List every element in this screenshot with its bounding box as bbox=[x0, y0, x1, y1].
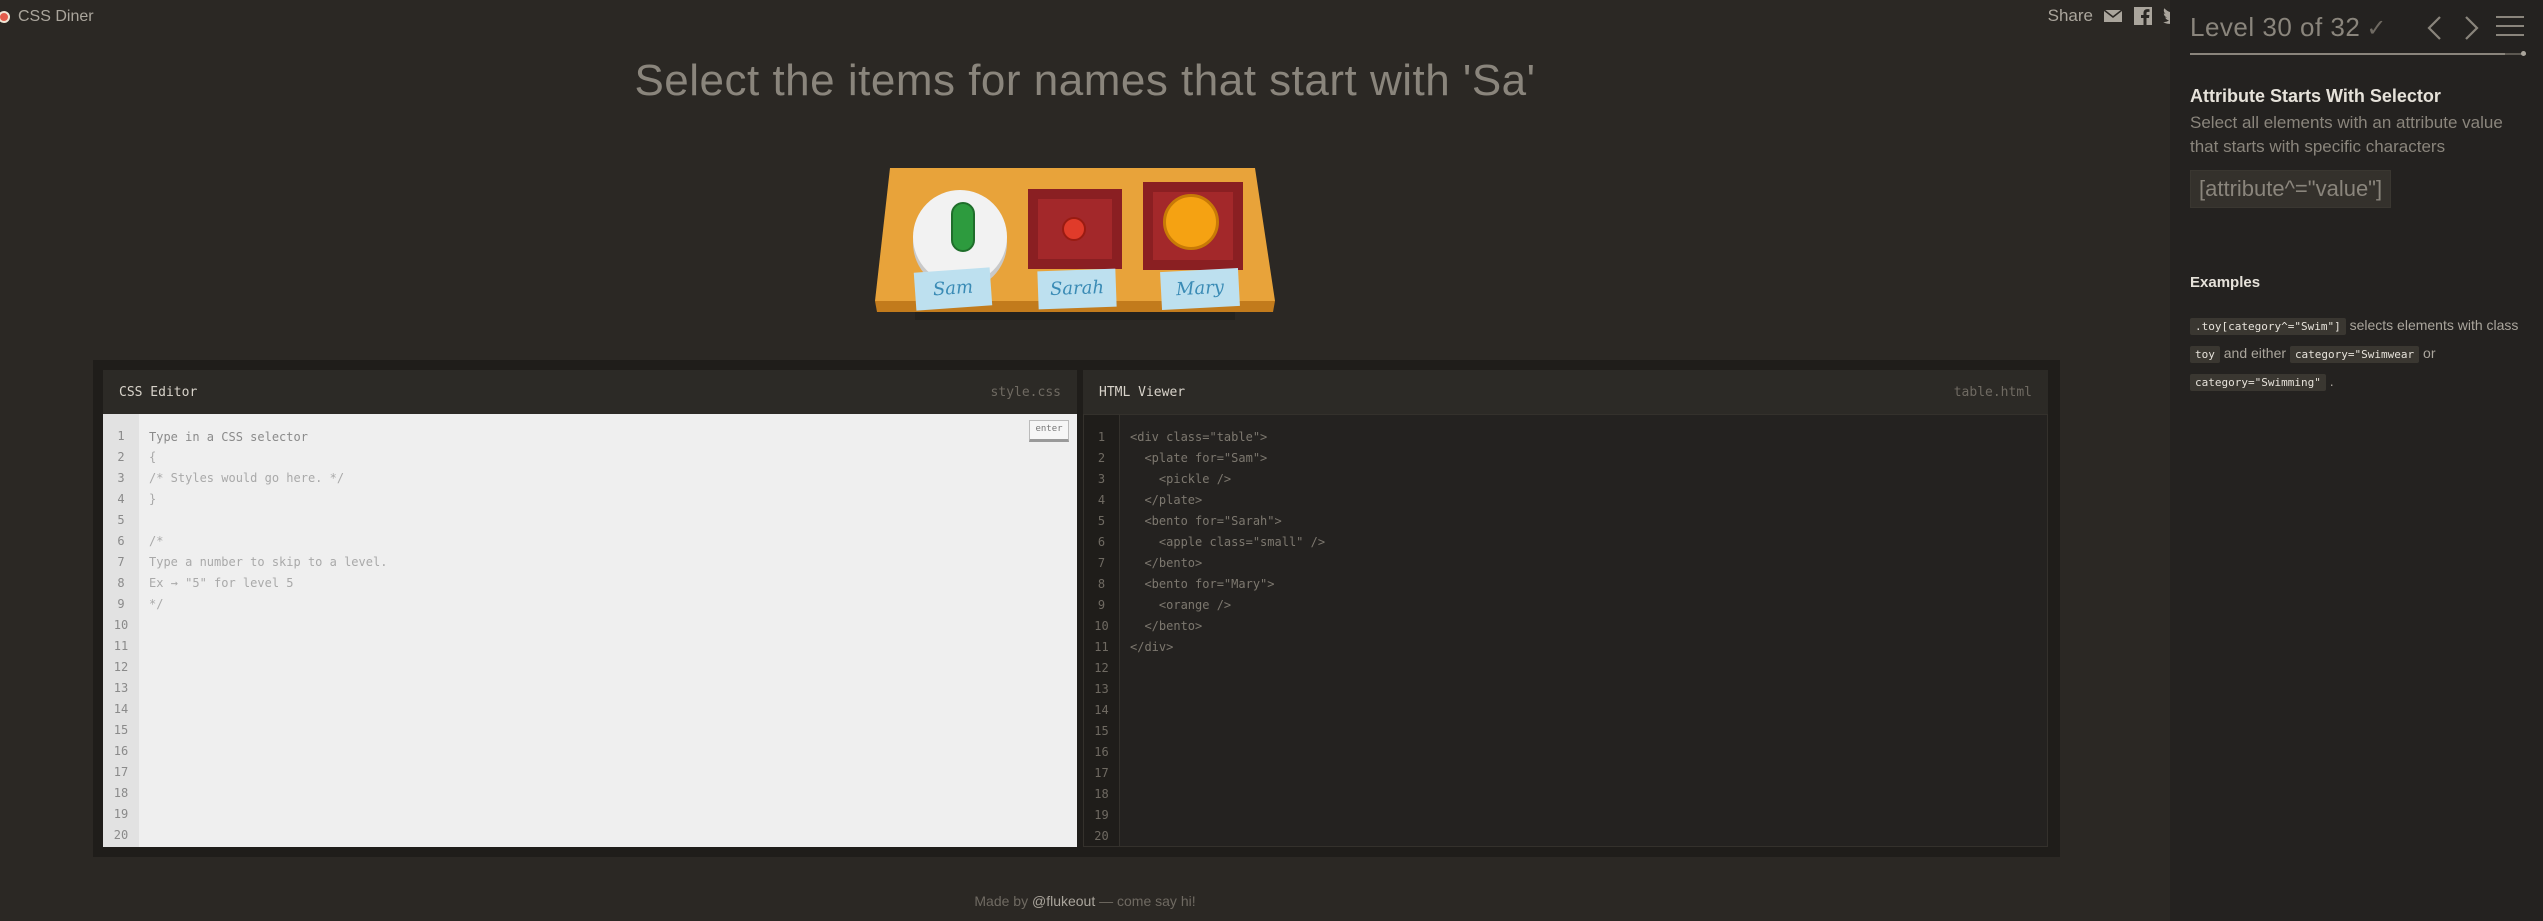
level-title: Level 30 of 32 bbox=[2190, 12, 2361, 42]
selector-description: Select all elements with an attribute va… bbox=[2190, 113, 2503, 156]
level-progress-bar bbox=[2190, 51, 2526, 56]
share-bar: Share bbox=[2048, 2, 2183, 30]
example-text: . bbox=[2329, 373, 2334, 389]
html-viewer-body: 1 2 3 4 5 6 7 8 9 10 11 12 13 14 15 16 1… bbox=[1083, 414, 2048, 847]
dining-table: Sam Sarah Mary bbox=[875, 166, 1275, 336]
css-code: { /* Styles would go here. */ } /* Type … bbox=[149, 450, 388, 611]
css-editor-title: CSS Editor bbox=[119, 384, 198, 400]
bento[interactable] bbox=[1028, 189, 1122, 269]
bento[interactable] bbox=[1143, 182, 1243, 270]
example-code: category="Swimming" bbox=[2190, 374, 2326, 391]
example-text: or bbox=[2423, 345, 2436, 361]
orange[interactable] bbox=[1163, 194, 1219, 250]
css-filename: style.css bbox=[990, 384, 1061, 400]
pickle[interactable] bbox=[951, 202, 975, 252]
css-editor-body: 1 2 3 4 5 6 7 8 9 10 11 12 13 14 15 16 1… bbox=[103, 414, 1077, 847]
selector-syntax: [attribute^="value"] bbox=[2190, 170, 2392, 208]
menu-icon[interactable] bbox=[2496, 16, 2524, 38]
html-filename: table.html bbox=[1953, 384, 2032, 400]
css-editor: CSS Editor style.css 1 2 3 4 5 6 7 8 9 1… bbox=[103, 370, 1077, 847]
apple[interactable] bbox=[1062, 217, 1086, 241]
name-tag: Mary bbox=[1160, 267, 1240, 311]
example: .toy[category^="Swim"] selects elements … bbox=[2190, 312, 2530, 396]
css-editor-header: CSS Editor style.css bbox=[103, 370, 1077, 414]
footer: Made by @flukeout — come say hi! bbox=[0, 893, 2170, 909]
author-link[interactable]: @flukeout bbox=[1032, 893, 1095, 909]
line-numbers: 1 2 3 4 5 6 7 8 9 10 11 12 13 14 15 16 1… bbox=[1084, 415, 1120, 846]
previous-level-icon[interactable] bbox=[2423, 14, 2447, 42]
editor-panel: CSS Editor style.css 1 2 3 4 5 6 7 8 9 1… bbox=[93, 360, 2060, 857]
example-text: and either bbox=[2223, 345, 2287, 361]
progress-fill bbox=[2190, 53, 2505, 55]
sidebar: Level 30 of 32 ✓ Attribute Starts With Se… bbox=[2170, 0, 2543, 921]
task-instruction: Select the items for names that start wi… bbox=[634, 56, 1536, 105]
mail-icon[interactable] bbox=[2103, 7, 2123, 25]
share-label: Share bbox=[2047, 6, 2093, 25]
facebook-icon[interactable] bbox=[2133, 7, 2153, 25]
selector-name: Attribute Starts With Selector bbox=[2190, 86, 2441, 106]
example-code: .toy[category^="Swim"] bbox=[2190, 318, 2346, 335]
name-tag: Sam bbox=[913, 267, 993, 311]
example-text: selects elements with class bbox=[2349, 317, 2519, 333]
next-level-icon[interactable] bbox=[2459, 14, 2483, 42]
name-tag: Sarah bbox=[1037, 268, 1117, 310]
checkmark-icon: ✓ bbox=[2366, 15, 2387, 42]
footer-prefix: Made by bbox=[974, 893, 1032, 909]
html-code[interactable]: <div class="table"> <plate for="Sam"> <p… bbox=[1130, 427, 1325, 658]
logo-icon bbox=[0, 11, 10, 23]
line-numbers: 1 2 3 4 5 6 7 8 9 10 11 12 13 14 15 16 1… bbox=[103, 414, 139, 847]
html-viewer-header: HTML Viewer table.html bbox=[1083, 370, 2048, 414]
app-title: CSS Diner bbox=[18, 8, 94, 25]
example-code: category="Swimwear bbox=[2289, 346, 2420, 363]
level-indicator: Level 30 of 32 ✓ bbox=[2190, 12, 2387, 43]
enter-button[interactable]: enter bbox=[1029, 420, 1069, 442]
footer-suffix: — come say hi! bbox=[1095, 893, 1196, 909]
css-selector-input[interactable] bbox=[149, 426, 749, 447]
app-logo: CSS Diner bbox=[0, 5, 94, 29]
example-code: toy bbox=[2190, 346, 2220, 363]
html-viewer: HTML Viewer table.html 1 2 3 4 5 6 7 8 9… bbox=[1083, 370, 2048, 847]
html-viewer-title: HTML Viewer bbox=[1099, 384, 1186, 400]
examples-title: Examples bbox=[2190, 274, 2261, 291]
progress-knob bbox=[2521, 51, 2526, 56]
